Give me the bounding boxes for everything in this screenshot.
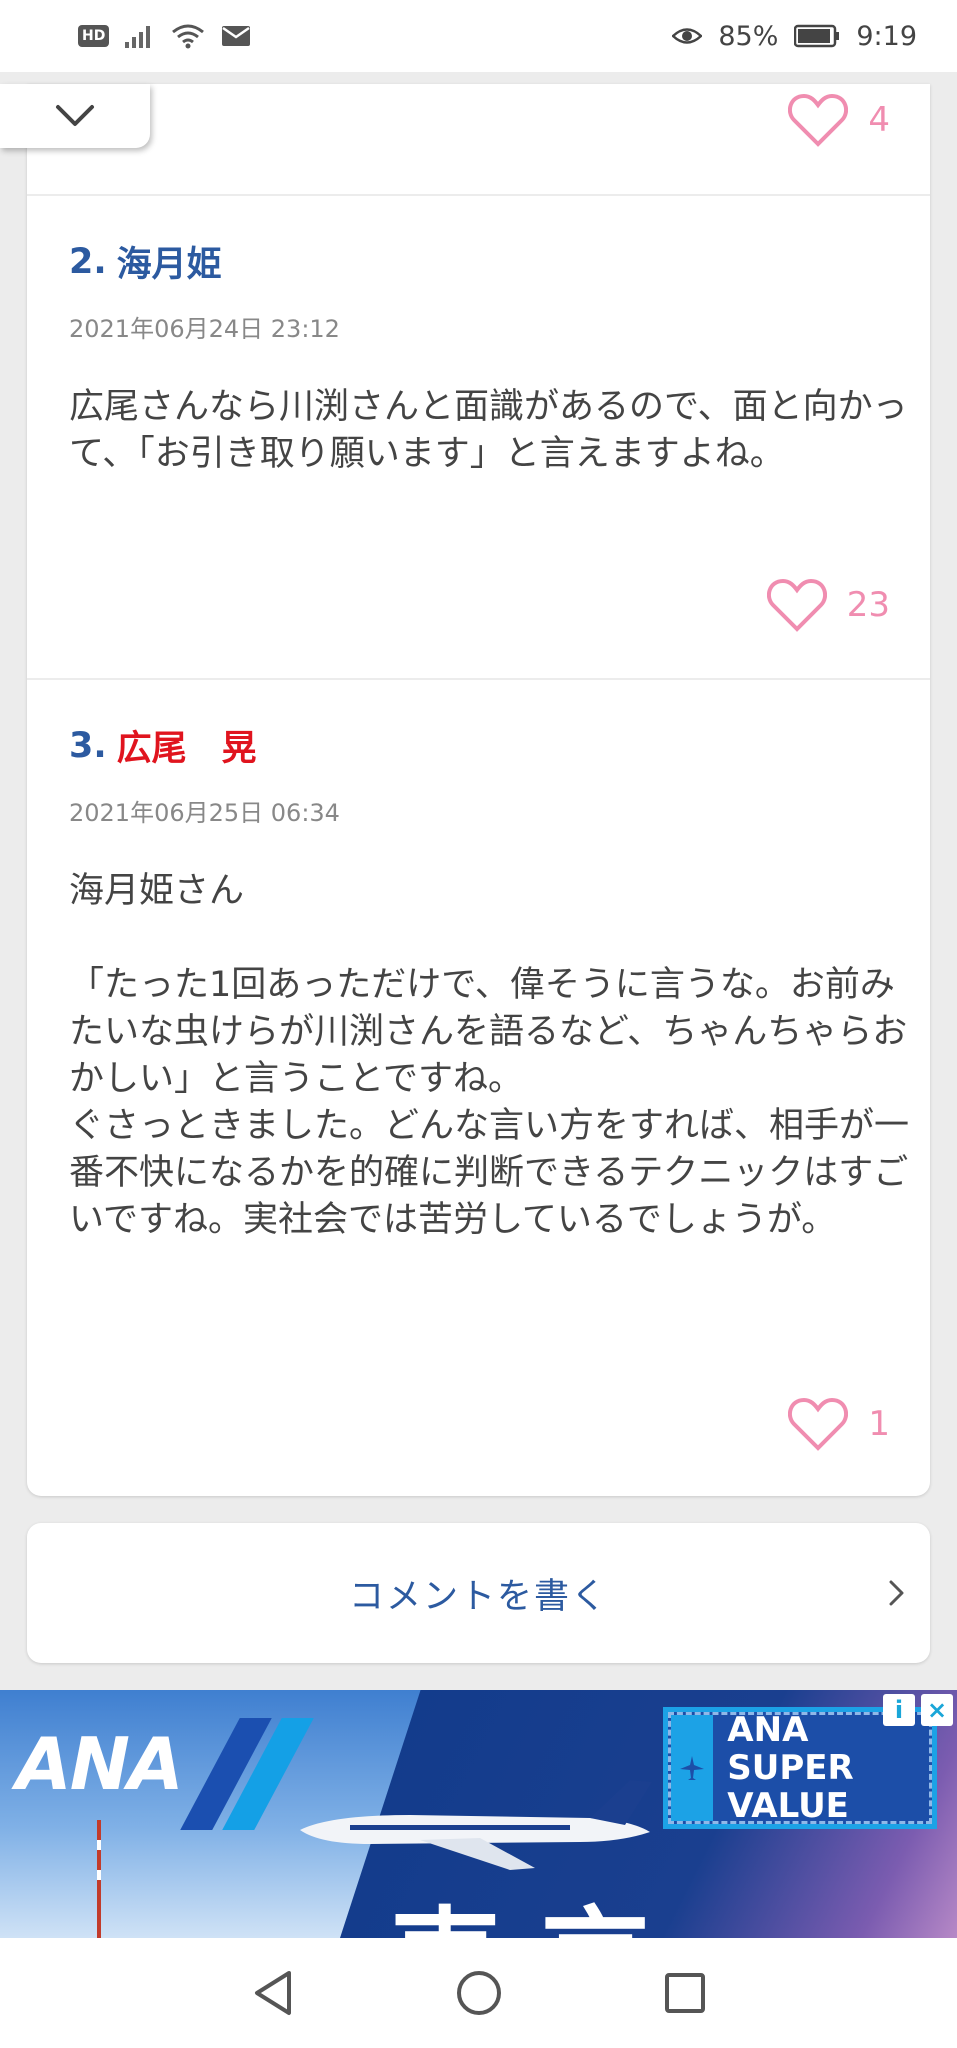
hd-icon: HD [78,25,110,47]
recents-icon[interactable] [663,1971,707,2015]
clock: 9:19 [856,20,917,52]
signal-icon [125,26,151,48]
airplane-image [300,1780,652,1870]
chevron-right-icon [889,1580,904,1606]
like-button[interactable]: 1 [788,1396,890,1452]
heart-icon [766,578,827,632]
comment-item: 2. 海月姫 2021年06月24日 23:12 広尾さんなら川渕さんと面識があ… [69,236,909,478]
plane-icon [671,1715,714,1821]
comment-item: 3. 広尾 晃 2021年06月25日 06:34 海月姫さん 「たった1回あっ… [69,720,909,1244]
comment-date: 2021年06月25日 06:34 [69,799,340,827]
write-comment-label: コメントを書く [348,1576,608,1617]
like-button-prev[interactable]: 4 [788,92,890,148]
comment-author[interactable]: 海月姫 [117,236,222,287]
like-count: 4 [868,100,890,140]
eye-icon [672,28,703,44]
home-icon[interactable] [455,1969,503,2017]
comment-number: 2. [69,241,107,282]
ad-info-icon[interactable]: i [883,1694,915,1726]
heart-icon [788,1397,849,1451]
like-count: 1 [868,1404,890,1444]
tower-image [97,1820,101,1938]
battery-icon [794,24,840,48]
ad-headline: 東京 [390,1870,690,1938]
divider [27,678,930,680]
back-icon[interactable] [251,1969,295,2017]
ad-brand-logo: ANA [16,1722,184,1806]
comment-number: 3. [69,725,107,766]
comment-date: 2021年06月24日 23:12 [69,315,340,343]
battery-percent: 85% [718,20,779,52]
navigation-bar [0,1938,957,2048]
comment-author[interactable]: 広尾 晃 [117,720,257,771]
ad-close-icon[interactable]: × [921,1694,953,1726]
heart-icon [788,93,849,147]
comment-body: 広尾さんなら川渕さんと面識があるので、面と向かって、「お引き取り願います」と言え… [69,387,908,474]
status-bar: HD 85% 9:19 [0,0,957,72]
mail-icon [222,26,251,46]
write-comment-button[interactable]: コメントを書く [27,1523,930,1663]
ad-badge: ANA SUPER VALUE [663,1707,937,1829]
like-count: 23 [846,585,890,625]
comments-card: 4 2. 海月姫 2021年06月24日 23:12 広尾さんなら川渕さんと面識… [27,84,930,1496]
wifi-icon [172,24,205,49]
chevron-down-icon [56,105,94,126]
like-button[interactable]: 23 [766,577,890,633]
ad-badge-line2: VALUE [727,1786,849,1826]
comment-body: 海月姫さん 「たった1回あっただけで、偉そうに言うな。お前みたいな虫けらが川渕さ… [69,871,910,1240]
collapse-button[interactable] [0,84,150,148]
divider [27,194,930,196]
ad-banner[interactable]: ANA ANA SUPER VALUE 東京 i × [0,1690,957,1938]
